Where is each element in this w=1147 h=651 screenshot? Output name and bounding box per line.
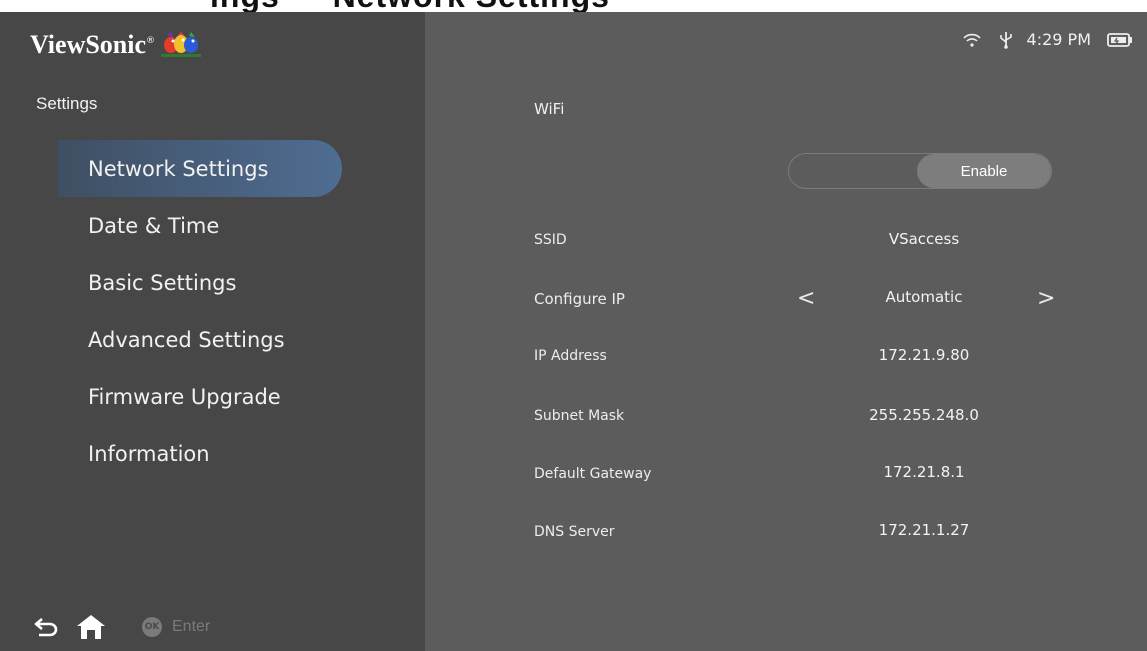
configure-ip-value[interactable]: Automatic xyxy=(790,288,1058,306)
status-bar: 4:29 PM xyxy=(962,30,1133,49)
clock: 4:29 PM xyxy=(1026,30,1091,49)
top-cropped-title: ings — Network Settings xyxy=(0,0,1147,12)
menu-item-basic-settings[interactable]: Basic Settings xyxy=(58,254,342,311)
birds-logo-icon xyxy=(161,32,202,57)
sidebar: ViewSonic ® Settings Network Settings Da… xyxy=(0,12,425,651)
wifi-label: WiFi xyxy=(534,100,565,118)
menu-item-network-settings[interactable]: Network Settings xyxy=(58,140,342,197)
ssid-value: VSaccess xyxy=(888,230,960,248)
wifi-enable-toggle[interactable]: Enable xyxy=(788,153,1052,189)
cropped-title-text: ings — Network Settings xyxy=(210,0,610,12)
chevron-right-icon[interactable]: > xyxy=(1037,286,1055,311)
menu-item-advanced-settings[interactable]: Advanced Settings xyxy=(58,311,342,368)
settings-heading: Settings xyxy=(36,94,98,113)
network-settings-panel: 4:29 PM WiFi Enable SSID VSaccess Config… xyxy=(425,12,1147,651)
toggle-enable-label: Enable xyxy=(917,154,1051,188)
logo-text: ViewSonic xyxy=(30,30,147,59)
home-icon[interactable] xyxy=(76,614,106,640)
configure-ip-label: Configure IP xyxy=(534,290,625,308)
ok-button-icon: OK xyxy=(142,617,162,637)
subnet-mask-label: Subnet Mask xyxy=(534,408,625,424)
registered-mark: ® xyxy=(146,36,156,46)
default-gateway-value: 172.21.8.1 xyxy=(883,463,965,481)
ip-address-label: IP Address xyxy=(534,348,607,364)
menu-item-date-time[interactable]: Date & Time xyxy=(58,197,342,254)
usb-icon xyxy=(999,31,1012,49)
settings-menu: Network Settings Date & Time Basic Setti… xyxy=(58,140,342,482)
ssid-label: SSID xyxy=(534,232,567,248)
subnet-mask-value: 255.255.248.0 xyxy=(869,406,979,424)
menu-item-information[interactable]: Information xyxy=(58,425,342,482)
dns-server-value: 172.21.1.27 xyxy=(878,521,970,539)
ip-address-value: 172.21.9.80 xyxy=(878,346,970,364)
dns-server-label: DNS Server xyxy=(534,524,615,540)
viewsonic-logo: ViewSonic ® xyxy=(30,30,202,60)
enter-hint-label: Enter xyxy=(172,618,211,635)
menu-item-firmware-upgrade[interactable]: Firmware Upgrade xyxy=(58,368,342,425)
bottom-hint-bar: OK Enter xyxy=(34,614,210,640)
wifi-icon xyxy=(962,33,981,47)
back-icon[interactable] xyxy=(34,617,58,637)
default-gateway-label: Default Gateway xyxy=(534,466,652,482)
battery-icon xyxy=(1107,32,1132,47)
projector-screen: ViewSonic ® Settings Network Settings Da… xyxy=(0,12,1147,651)
